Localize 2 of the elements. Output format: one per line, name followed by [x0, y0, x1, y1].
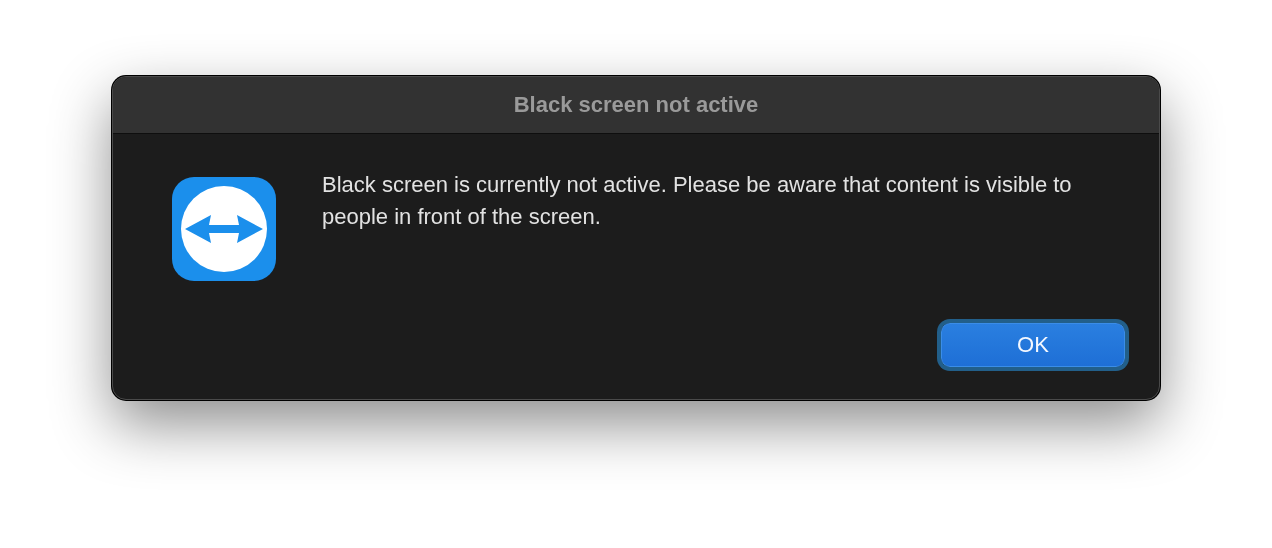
window-title: Black screen not active: [513, 92, 759, 118]
message-text: Black screen is currently not active. Please be aware that content is visible to people in front of the screen.: [322, 171, 1073, 231]
